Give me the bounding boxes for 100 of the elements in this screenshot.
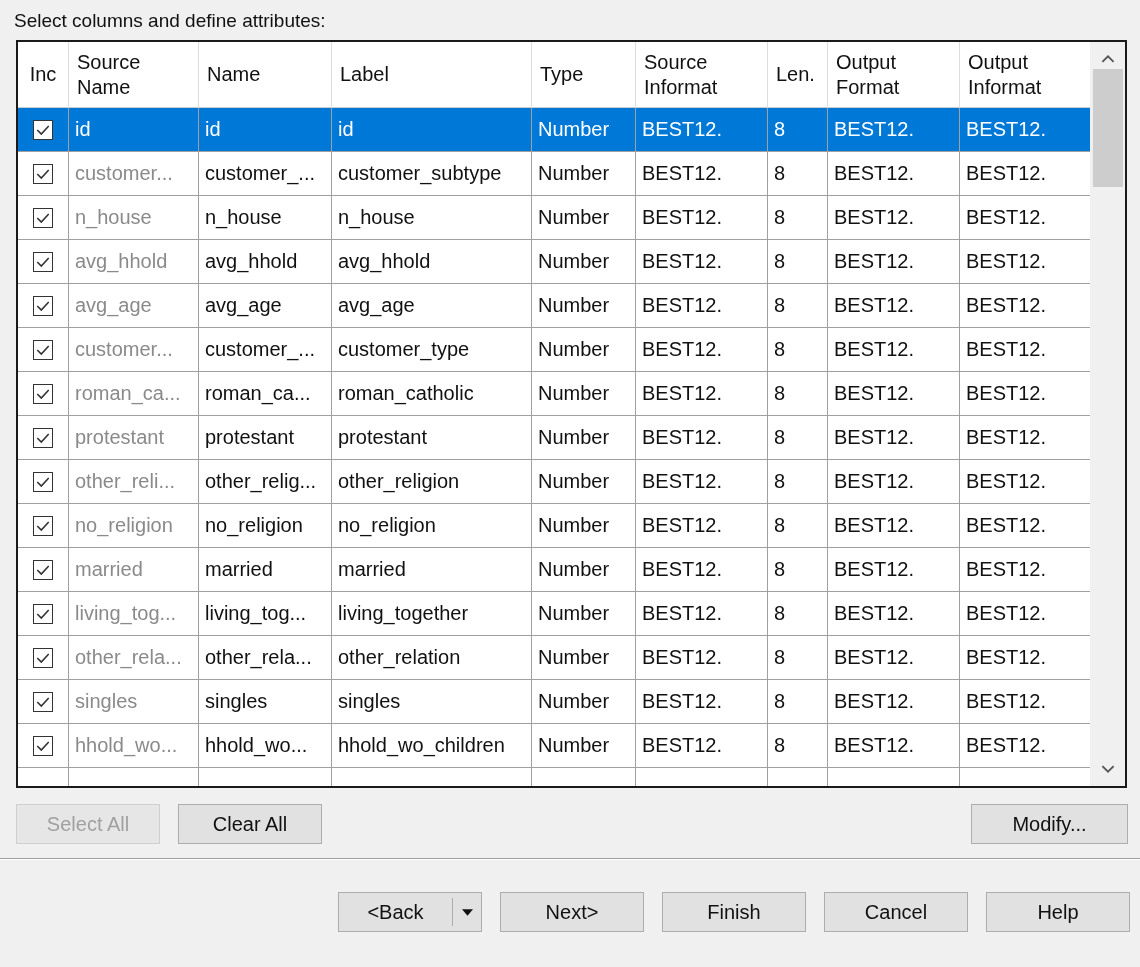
table-cell: 8	[768, 108, 828, 152]
table-cell: other_reli...	[69, 460, 199, 504]
table-cell: BEST12.	[636, 328, 768, 372]
table-cell: Number	[532, 196, 636, 240]
table-cell: protestant	[332, 416, 532, 460]
scrollbar[interactable]	[1090, 42, 1125, 786]
table-cell: avg_hhold	[199, 240, 332, 284]
wizard-button[interactable]: Help	[986, 892, 1130, 932]
table-cell: Number	[532, 108, 636, 152]
table-cell: 8	[768, 152, 828, 196]
checkbox[interactable]	[33, 647, 53, 668]
table-cell: married	[69, 548, 199, 592]
table-cell: avg_age	[69, 284, 199, 328]
table-cell: singles	[69, 680, 199, 724]
table-cell: BEST12.	[636, 680, 768, 724]
table-cell: id	[69, 108, 199, 152]
table-cell: customer_subtype	[332, 152, 532, 196]
table-cell: singles	[199, 680, 332, 724]
table-cell: BEST12.	[828, 592, 960, 636]
table-cell: BEST12.	[828, 152, 960, 196]
table-cell: married	[332, 548, 532, 592]
table-cell: Number	[532, 636, 636, 680]
table-cell: Number	[532, 372, 636, 416]
table-cell: roman_ca...	[199, 372, 332, 416]
table-cell: other_religion	[332, 460, 532, 504]
checkbox[interactable]	[33, 119, 53, 140]
checkbox[interactable]	[33, 691, 53, 712]
table-cell: Number	[532, 328, 636, 372]
table-cell: hhold_wo_children	[332, 724, 532, 768]
table-cell: 8	[768, 680, 828, 724]
table-cell: hhold_wo...	[199, 724, 332, 768]
table-cell: BEST12.	[636, 724, 768, 768]
checkbox[interactable]	[33, 427, 53, 448]
table-cell: Number	[532, 592, 636, 636]
scroll-down-icon[interactable]	[1100, 765, 1115, 774]
table-cell: other_relig...	[199, 460, 332, 504]
table-cell: Number	[532, 724, 636, 768]
table-cell: 8	[768, 328, 828, 372]
table-cell: BEST12.	[828, 548, 960, 592]
checkbox[interactable]	[33, 163, 53, 184]
table-cell: 8	[768, 592, 828, 636]
table-cell: BEST12.	[828, 240, 960, 284]
wizard-button[interactable]: Next>	[500, 892, 644, 932]
table-cell: living_tog...	[199, 592, 332, 636]
scroll-thumb[interactable]	[1092, 69, 1123, 187]
table-cell: BEST12.	[636, 636, 768, 680]
table-button[interactable]: Clear All	[178, 804, 322, 844]
table-cell: 8	[768, 372, 828, 416]
table-cell: BEST12.	[636, 108, 768, 152]
table-cell: BEST12.	[828, 108, 960, 152]
table-cell: BEST12.	[828, 636, 960, 680]
checkbox[interactable]	[33, 471, 53, 492]
checkbox[interactable]	[33, 383, 53, 404]
table-cell: id	[332, 108, 532, 152]
table-cell: BEST12.	[636, 416, 768, 460]
checkbox[interactable]	[33, 559, 53, 580]
table-cell: BEST12.	[960, 108, 1091, 152]
checkbox[interactable]	[33, 735, 53, 756]
table-cell: protestant	[199, 416, 332, 460]
table-cell: BEST12.	[828, 416, 960, 460]
table-cell: no_religion	[332, 504, 532, 548]
checkbox[interactable]	[33, 515, 53, 536]
table-cell: BEST12.	[828, 724, 960, 768]
table-cell: BEST12.	[636, 460, 768, 504]
table-cell: avg_age	[199, 284, 332, 328]
checkbox[interactable]	[33, 251, 53, 272]
checkbox[interactable]	[33, 295, 53, 316]
wizard-button[interactable]: Finish	[662, 892, 806, 932]
table-cell: other_rela...	[69, 636, 199, 680]
table-cell: Number	[532, 284, 636, 328]
checkbox[interactable]	[33, 603, 53, 624]
table-cell: Number	[532, 460, 636, 504]
table-cell: 8	[768, 284, 828, 328]
modify-button[interactable]: Modify...	[971, 804, 1128, 844]
table-cell: 8	[768, 504, 828, 548]
table-cell: id	[199, 108, 332, 152]
dropdown-icon[interactable]	[461, 908, 473, 916]
instruction-text: Select columns and define attributes:	[14, 10, 327, 33]
table-cell: other_rela...	[199, 636, 332, 680]
table-cell: roman_catholic	[332, 372, 532, 416]
table-cell: avg_age	[332, 284, 532, 328]
table-cell: no_religion	[199, 504, 332, 548]
table-cell: customer_...	[199, 152, 332, 196]
table-cell: avg_hhold	[332, 240, 532, 284]
wizard-button[interactable]: Cancel	[824, 892, 968, 932]
table-cell: no_religion	[69, 504, 199, 548]
checkbox[interactable]	[33, 207, 53, 228]
table-cell: living_tog...	[69, 592, 199, 636]
table-cell: BEST12.	[828, 372, 960, 416]
table-cell: BEST12.	[828, 460, 960, 504]
table-cell: Number	[532, 152, 636, 196]
wizard-button[interactable]: <Back	[338, 892, 482, 932]
table-cell: BEST12.	[636, 240, 768, 284]
checkbox[interactable]	[33, 339, 53, 360]
table-cell: BEST12.	[636, 372, 768, 416]
table-cell: roman_ca...	[69, 372, 199, 416]
table-cell: Number	[532, 548, 636, 592]
scroll-up-icon[interactable]	[1100, 54, 1115, 63]
table-cell: 8	[768, 460, 828, 504]
table-cell: n_house	[332, 196, 532, 240]
